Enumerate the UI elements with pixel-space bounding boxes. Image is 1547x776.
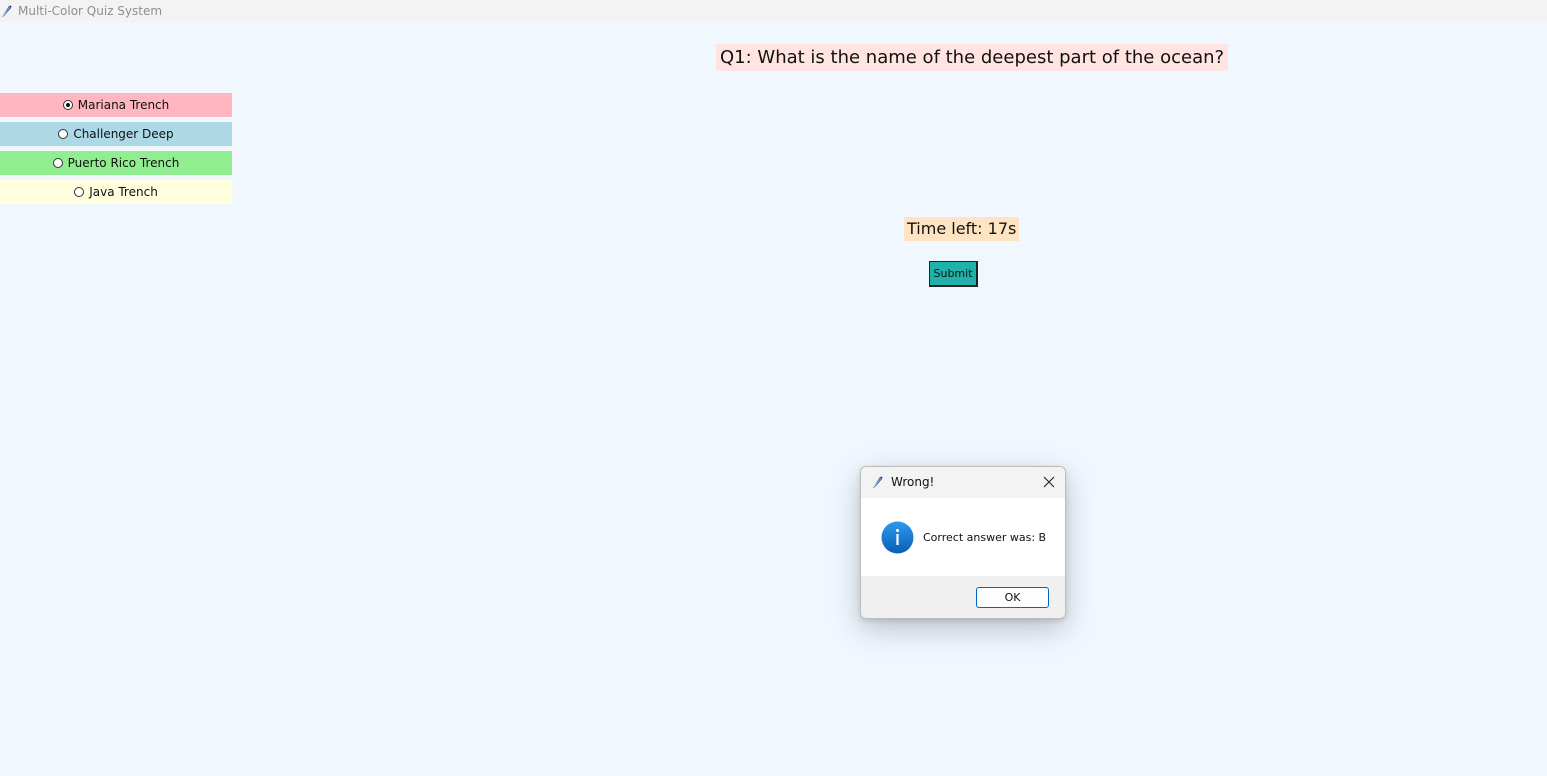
- option-label: Java Trench: [89, 185, 158, 199]
- dialog-body: Correct answer was: B: [861, 498, 1065, 576]
- feather-icon: [0, 4, 14, 18]
- dialog-title: Wrong!: [891, 475, 935, 489]
- dialog-titlebar: Wrong!: [861, 467, 1065, 498]
- option-a[interactable]: Mariana Trench: [0, 93, 232, 117]
- radio-button[interactable]: [58, 129, 69, 139]
- option-b[interactable]: Challenger Deep: [0, 122, 232, 146]
- window-title: Multi-Color Quiz System: [18, 4, 163, 18]
- window-titlebar: Multi-Color Quiz System: [0, 0, 1547, 22]
- info-icon: [881, 521, 914, 554]
- option-c[interactable]: Puerto Rico Trench: [0, 151, 232, 175]
- option-d[interactable]: Java Trench: [0, 180, 232, 204]
- submit-button[interactable]: Submit: [929, 261, 978, 287]
- timer-label: Time left: 17s: [904, 217, 1020, 241]
- question-label: Q1: What is the name of the deepest part…: [716, 44, 1229, 71]
- ok-button[interactable]: OK: [976, 587, 1049, 608]
- radio-button[interactable]: [62, 100, 73, 110]
- radio-button[interactable]: [52, 158, 63, 168]
- close-icon[interactable]: [1041, 474, 1057, 490]
- radio-button[interactable]: [74, 187, 85, 197]
- dialog-footer: OK: [861, 576, 1065, 618]
- option-label: Puerto Rico Trench: [67, 156, 180, 170]
- dialog-message: Correct answer was: B: [923, 531, 1047, 544]
- message-dialog: Wrong! Correct answer was: B OK: [860, 466, 1066, 619]
- answer-options: Mariana Trench Challenger Deep Puerto Ri…: [0, 93, 232, 209]
- feather-icon: [871, 475, 885, 489]
- option-label: Mariana Trench: [77, 98, 170, 112]
- option-label: Challenger Deep: [73, 127, 174, 141]
